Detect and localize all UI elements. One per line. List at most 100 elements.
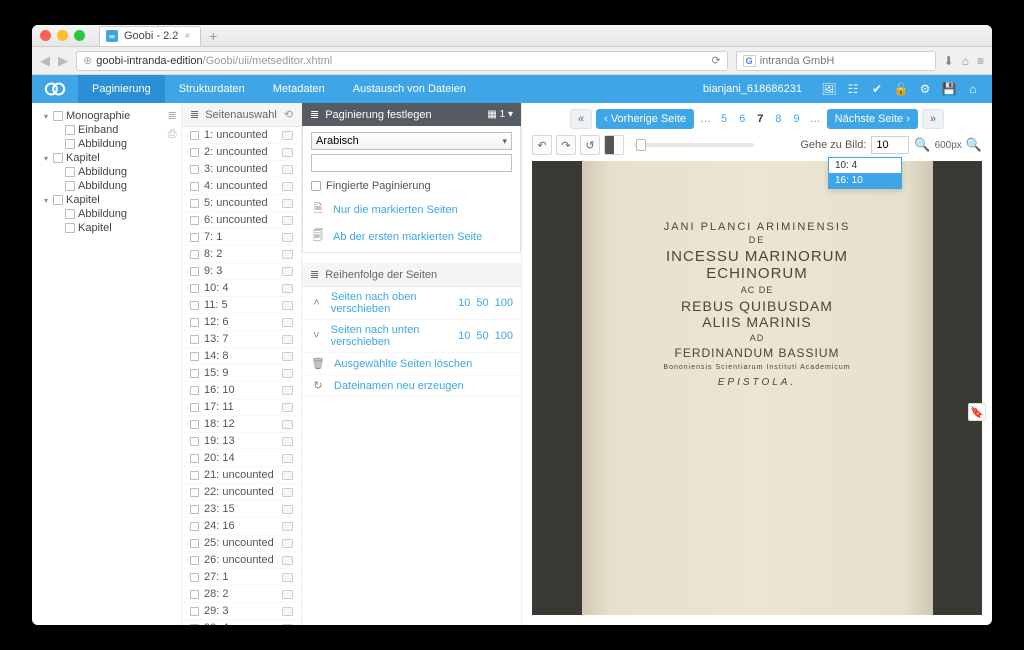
tree-node[interactable]: Kapitel	[36, 221, 177, 235]
undo-icon[interactable]: ↺	[580, 135, 600, 155]
page-row[interactable]: 14: 8	[182, 348, 301, 365]
home-icon[interactable]: ⌂	[962, 54, 969, 68]
tree-node[interactable]: Abbildung	[36, 207, 177, 221]
page-row[interactable]: 7: 1	[182, 229, 301, 246]
forward-icon[interactable]: ▶	[58, 53, 68, 69]
page-row[interactable]: 25: uncounted	[182, 535, 301, 552]
order-row[interactable]: ˅Seiten nach unten verschieben1050100	[302, 320, 521, 353]
contrast-icon[interactable]	[604, 135, 624, 155]
menu-icon[interactable]: ≡	[977, 54, 984, 68]
tree-node[interactable]: Abbildung	[36, 179, 177, 193]
page-row[interactable]: 8: 2	[182, 246, 301, 263]
pager-last[interactable]: »	[922, 109, 944, 129]
order-row[interactable]: ˄Seiten nach oben verschieben1050100	[302, 287, 521, 320]
pagination-value-input[interactable]	[311, 154, 512, 172]
page-row[interactable]: 2: uncounted	[182, 144, 301, 161]
back-icon[interactable]: ◀	[40, 53, 50, 69]
rotate-left-icon[interactable]: ↶	[532, 135, 552, 155]
dropdown-option[interactable]: 16: 10	[829, 173, 901, 188]
nav-tab-austausch[interactable]: Austausch von Dateien	[339, 75, 480, 103]
order-row[interactable]: 🗑Ausgewählte Seiten löschen	[302, 353, 521, 375]
tree-print-icon[interactable]: ⎙	[168, 128, 177, 141]
nav-tab-metadaten[interactable]: Metadaten	[259, 75, 339, 103]
hierarchy-icon[interactable]: ☷	[846, 82, 860, 96]
page-row[interactable]: 12: 6	[182, 314, 301, 331]
image-icon[interactable]: 🖼	[822, 82, 836, 96]
browser-tab[interactable]: ∞ Goobi - 2.2 ×	[99, 26, 201, 46]
page-list[interactable]: 1: uncounted2: uncounted3: uncounted4: u…	[182, 127, 301, 625]
save-icon[interactable]: 💾	[942, 82, 956, 96]
page-row[interactable]: 9: 3	[182, 263, 301, 280]
page-row[interactable]: 24: 16	[182, 518, 301, 535]
page-row[interactable]: 13: 7	[182, 331, 301, 348]
check-icon[interactable]: ✔	[870, 82, 884, 96]
page-row[interactable]: 6: uncounted	[182, 212, 301, 229]
minimize-icon[interactable]	[57, 30, 68, 41]
zoom-slider[interactable]	[634, 143, 754, 147]
page-row[interactable]: 21: uncounted	[182, 467, 301, 484]
page-row[interactable]: 4: uncounted	[182, 178, 301, 195]
pager-num[interactable]: 9	[790, 113, 804, 125]
pagination-type-select[interactable]: Arabisch▾	[311, 132, 512, 150]
fake-pagination-checkbox[interactable]: Fingierte Paginierung	[311, 180, 512, 192]
tree-node[interactable]: Einband	[36, 123, 177, 137]
tree-node[interactable]: ▾Kapitel	[36, 151, 177, 165]
link-from-first-marked[interactable]: 🗐 Ab der ersten markierten Seite	[311, 227, 512, 246]
link-marked-only[interactable]: 🗎 Nur die markierten Seiten	[311, 200, 512, 219]
page-row[interactable]: 10: 4	[182, 280, 301, 297]
nav-tab-paginierung[interactable]: Paginierung	[78, 75, 165, 103]
tree-list-icon[interactable]: ≣	[168, 109, 177, 122]
gear-icon[interactable]: ⚙	[918, 82, 932, 96]
maximize-icon[interactable]	[74, 30, 85, 41]
page-row[interactable]: 15: 9	[182, 365, 301, 382]
nav-tab-strukturdaten[interactable]: Strukturdaten	[165, 75, 259, 103]
new-tab-button[interactable]: +	[205, 28, 221, 44]
goto-input[interactable]	[871, 136, 909, 154]
pager-num[interactable]: 8	[771, 113, 785, 125]
page-row[interactable]: 5: uncounted	[182, 195, 301, 212]
tab-close-icon[interactable]: ×	[184, 31, 190, 42]
page-row[interactable]: 16: 10	[182, 382, 301, 399]
tree-node[interactable]: ▾Monographie	[36, 109, 177, 123]
page-row[interactable]: 28: 2	[182, 586, 301, 603]
page-row[interactable]: 1: uncounted	[182, 127, 301, 144]
home2-icon[interactable]: ⌂	[966, 82, 980, 96]
page-row[interactable]: 29: 3	[182, 603, 301, 620]
project-name[interactable]: bianjani_618686231	[693, 83, 812, 95]
close-icon[interactable]	[40, 30, 51, 41]
page-row[interactable]: 30: 4	[182, 620, 301, 625]
tree-node[interactable]: ▾Kapitel	[36, 193, 177, 207]
order-row[interactable]: ↻Dateinamen neu erzeugen	[302, 375, 521, 397]
page-row[interactable]: 23: 15	[182, 501, 301, 518]
rotate-right-icon[interactable]: ↷	[556, 135, 576, 155]
search-box[interactable]: G intranda GmbH	[736, 51, 936, 71]
page-row[interactable]: 26: uncounted	[182, 552, 301, 569]
reload-icon[interactable]: ⟳	[711, 54, 720, 67]
tree-node[interactable]: Abbildung	[36, 165, 177, 179]
page-row[interactable]: 20: 14	[182, 450, 301, 467]
tree-node[interactable]: Abbildung	[36, 137, 177, 151]
page-row[interactable]: 3: uncounted	[182, 161, 301, 178]
page-row[interactable]: 11: 5	[182, 297, 301, 314]
zoom-in-icon[interactable]: 🔍	[966, 137, 982, 153]
unlock-icon[interactable]: 🔓	[894, 82, 908, 96]
url-field[interactable]: ⊕ goobi-intranda-edition /Goobi/uii/mets…	[76, 51, 728, 71]
brand-logo[interactable]	[32, 75, 78, 103]
download-icon[interactable]: ⬇	[944, 54, 954, 68]
pager-num[interactable]: 6	[735, 113, 749, 125]
scan-area[interactable]: JANI PLANCI ARIMINENSIS DE INCESSU MARIN…	[532, 161, 982, 615]
page-row[interactable]: 19: 13	[182, 433, 301, 450]
pager-first[interactable]: «	[570, 109, 592, 129]
zoom-out-icon[interactable]: 🔍	[914, 137, 930, 153]
pager-prev[interactable]: ‹ Vorherige Seite	[596, 109, 694, 129]
pager-next[interactable]: Nächste Seite ›	[827, 109, 918, 129]
goto-dropdown[interactable]: 10: 416: 10	[828, 157, 902, 189]
pager-num[interactable]: 5	[717, 113, 731, 125]
pagination-badge[interactable]: ▦ 1 ▾	[487, 109, 513, 120]
page-row[interactable]: 17: 11	[182, 399, 301, 416]
dropdown-option[interactable]: 10: 4	[829, 158, 901, 173]
page-row[interactable]: 22: uncounted	[182, 484, 301, 501]
refresh-icon[interactable]: ⟲	[284, 108, 293, 121]
page-row[interactable]: 27: 1	[182, 569, 301, 586]
bookmark-icon[interactable]: 🔖	[968, 403, 986, 421]
